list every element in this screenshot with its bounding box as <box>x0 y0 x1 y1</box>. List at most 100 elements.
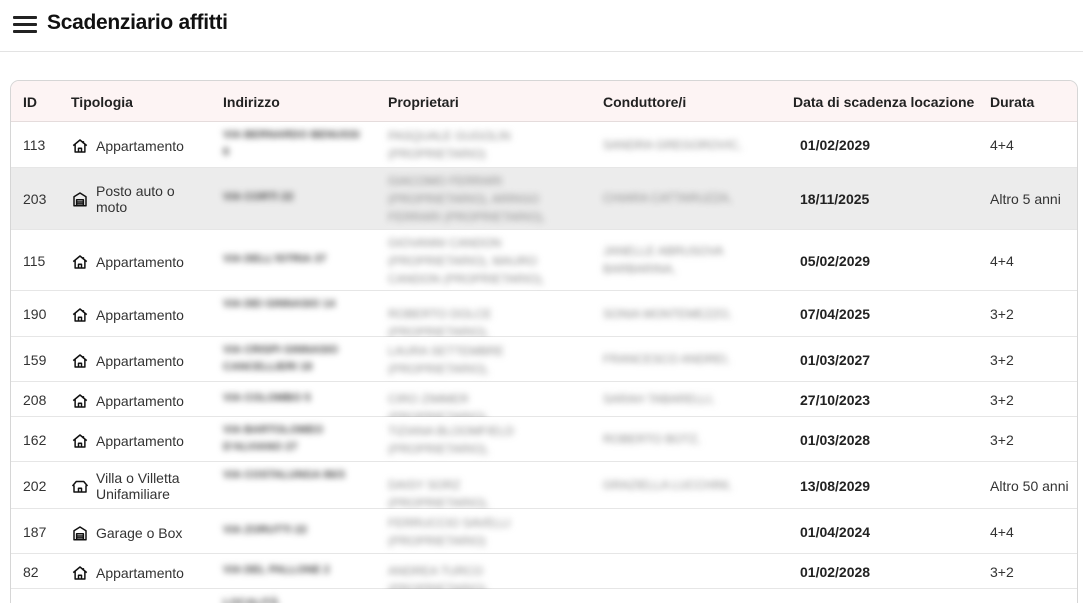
cell-type: Villa o Villetta Unifamiliare <box>71 470 184 502</box>
cell-owners: Tiziana Bloomfield (Proprietario), <box>388 424 515 456</box>
cell-duration: 3+2 <box>990 306 1014 322</box>
type-label: Appartamento <box>96 254 184 270</box>
table-row[interactable]: 208 Appartamento Via Colombo 5 Ciro Zimmer … <box>11 382 1077 424</box>
cell-id: 115 <box>23 253 46 269</box>
table-row[interactable]: 82 Appartamento Via del Pallone 2 Andrea Tu… <box>11 554 1077 596</box>
cell-expiry-date: 13/08/2029 <box>800 478 871 494</box>
house-icon <box>71 392 89 410</box>
type-label: Appartamento <box>96 565 184 581</box>
cell-duration: 4+4 <box>990 137 1014 153</box>
table-row[interactable]: 202 Villa o Villetta Unifamiliare Via Cost… <box>11 462 1077 510</box>
cell-id: 208 <box>23 392 47 408</box>
cell-address: Via del Pallone 2 <box>223 564 330 576</box>
column-header-owners[interactable]: Proprietari <box>388 94 459 110</box>
page-title: Scadenziario affitti <box>47 11 228 34</box>
house-icon <box>71 432 89 450</box>
cell-address: Via dell'Istria 37 <box>223 253 327 265</box>
cell-duration: 4+4 <box>990 524 1014 540</box>
column-header-duration[interactable]: Durata <box>990 94 1034 110</box>
cell-address: Via Crispi Ginnasio Cancellieri 18 <box>223 344 339 373</box>
house-icon <box>71 253 89 271</box>
column-header-tenants[interactable]: Conduttore/i <box>603 94 686 110</box>
cell-address: Via Zorutti 22 <box>223 524 307 536</box>
cell-expiry-date: 01/02/2028 <box>800 564 871 580</box>
cell-type: Appartamento <box>71 392 184 410</box>
cell-duration: 3+2 <box>990 352 1014 368</box>
cell-type: Appartamento <box>71 564 184 582</box>
cell-tenants: Francesco Andrei, <box>603 352 730 366</box>
villa-icon <box>71 477 89 495</box>
cell-owners: Daisy Sorz (Proprietario), <box>388 478 490 510</box>
cell-id: 190 <box>23 306 47 322</box>
cell-owners: Laura Settembre (Proprietario), <box>388 344 505 376</box>
cell-id: 187 <box>23 524 47 540</box>
cell-tenants: Chiara Cattaruzza, <box>603 191 732 205</box>
cell-address: Via Corti 22 <box>223 191 294 203</box>
cell-owners: Pasquale Gugolin (Proprietario) <box>388 129 511 161</box>
hamburger-menu-icon[interactable] <box>13 16 37 34</box>
cell-owners: Giacomo Ferrari (Proprietario), Arrigo F… <box>388 174 546 224</box>
leases-table: ID Tipologia Indirizzo Proprietari Condu… <box>10 80 1078 603</box>
cell-type: Garage o Box <box>71 524 182 542</box>
cell-address: via Bernardo Benussi 6 <box>223 129 360 158</box>
parking-garage-icon <box>71 190 89 208</box>
house-icon <box>71 352 89 370</box>
house-icon <box>71 564 89 582</box>
type-label: Appartamento <box>96 433 184 449</box>
cell-expiry-date: 01/03/2028 <box>800 432 871 448</box>
cell-expiry-date: 01/02/2029 <box>800 137 871 153</box>
cell-tenants: Roberto Botz, <box>603 432 701 446</box>
cell-expiry-date: 07/04/2025 <box>800 306 871 322</box>
cell-address: Via Bartolomeo d'Alviano 27 <box>223 424 324 453</box>
cell-type: Posto auto o moto <box>71 183 184 215</box>
cell-expiry-date: 18/11/2025 <box>800 191 870 207</box>
cell-tenants: Graziella Lucchini, <box>603 478 732 492</box>
cell-owners: Giovanni Candon (Proprietario), Mauro Ca… <box>388 236 545 286</box>
cell-id: 203 <box>23 191 47 207</box>
cell-type: Appartamento <box>71 352 184 370</box>
type-label: Garage o Box <box>96 525 183 541</box>
cell-duration: Altro 5 anni <box>990 191 1061 207</box>
top-bar: Scadenziario affitti <box>0 0 1083 52</box>
cell-tenants: Sandra Gregorovic, <box>603 138 742 152</box>
cell-owners: Roberto Dolce (Proprietario), <box>388 307 492 339</box>
cell-type: Appartamento <box>71 253 184 271</box>
table-row[interactable]: 115 Appartamento Via dell'Istria 37 Giovann… <box>11 230 1077 291</box>
garage-icon <box>71 524 89 542</box>
cell-type: Appartamento <box>71 137 184 155</box>
table-row[interactable]: 159 Appartamento Via Crispi Ginnasio Cance… <box>11 337 1077 382</box>
cell-expiry-date: 05/02/2029 <box>800 253 871 269</box>
house-icon <box>71 306 89 324</box>
cell-address: Via Colombo 5 <box>223 392 311 404</box>
column-header-address[interactable]: Indirizzo <box>223 94 280 110</box>
cell-expiry-date: 01/03/2027 <box>800 352 871 368</box>
cell-id: 162 <box>23 432 47 448</box>
cell-tenants: Janelle Abrusova Barbarina, <box>603 244 723 276</box>
table-row[interactable]: 113 Appartamento via Bernardo Benussi 6 Pas… <box>11 122 1077 168</box>
cell-duration: 3+2 <box>990 432 1014 448</box>
column-header-id[interactable]: ID <box>23 94 37 110</box>
table-row[interactable]: 187 Garage o Box Via Zorutti 22 Ferruccio S… <box>11 509 1077 554</box>
cell-address: Via Costalunga 86/3 <box>223 469 345 481</box>
type-label: Appartamento <box>96 393 184 409</box>
cell-duration: 3+2 <box>990 392 1014 408</box>
cell-expiry-date: 27/10/2023 <box>800 392 871 408</box>
table-header: ID Tipologia Indirizzo Proprietari Condu… <box>11 81 1077 122</box>
cell-type: Appartamento <box>71 306 184 324</box>
table-row[interactable]: Località <box>11 589 1077 603</box>
table-row[interactable]: 203 Posto auto o moto Via Corti 22 Giacomo … <box>11 168 1077 230</box>
cell-address: Località <box>223 597 279 603</box>
type-label: Villa o Villetta Unifamiliare <box>96 470 180 502</box>
table-row[interactable]: 190 Appartamento Via dei Ginnasio 14 Robert… <box>11 291 1077 339</box>
column-header-type[interactable]: Tipologia <box>71 94 133 110</box>
house-icon <box>71 137 89 155</box>
type-label: Appartamento <box>96 307 184 323</box>
cell-address: Via dei Ginnasio 14 <box>223 298 336 310</box>
table-row[interactable]: 162 Appartamento Via Bartolomeo d'Alviano … <box>11 417 1077 462</box>
type-label: Posto auto o moto <box>96 183 175 215</box>
column-header-expiry[interactable]: Data di scadenza locazione <box>793 94 974 110</box>
cell-tenants: Sonia Montemezzo, <box>603 307 732 321</box>
cell-duration: 4+4 <box>990 253 1014 269</box>
type-label: Appartamento <box>96 353 184 369</box>
cell-tenants: Sarah Tabarelli, <box>603 392 715 406</box>
